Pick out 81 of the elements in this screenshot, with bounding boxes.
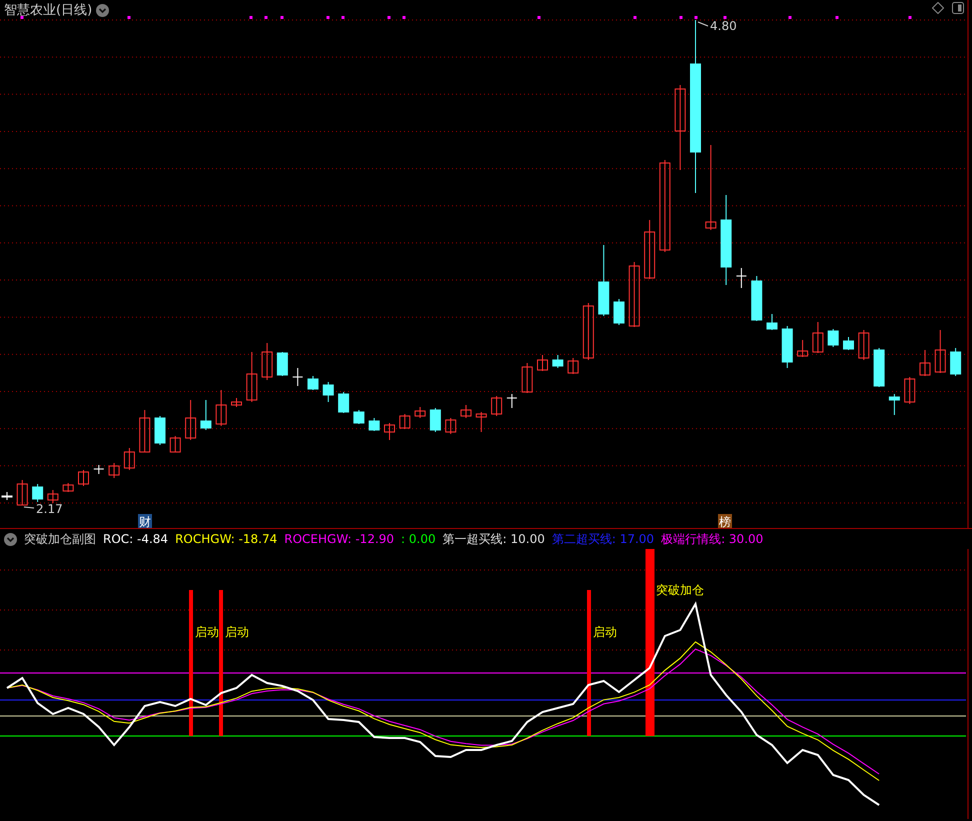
- candle: [904, 376, 916, 404]
- candle: [32, 484, 44, 502]
- candle: [276, 352, 288, 376]
- candle: [308, 376, 318, 390]
- candle: [353, 410, 364, 424]
- candle: [476, 412, 487, 432]
- candle: [399, 414, 410, 430]
- candle: [445, 418, 456, 434]
- candle: [506, 394, 518, 408]
- candle: [614, 298, 624, 326]
- candle: [414, 406, 426, 418]
- candle: [154, 416, 166, 446]
- chart-title: 智慧农业(日线): [4, 2, 92, 19]
- candle: [537, 354, 548, 372]
- candle: [292, 368, 304, 386]
- candle: [170, 436, 181, 452]
- candle: [200, 400, 212, 430]
- candle: [934, 330, 946, 374]
- candle: [430, 408, 441, 432]
- candle: [888, 394, 900, 416]
- diamond-icon[interactable]: [932, 2, 944, 14]
- candle: [322, 382, 334, 402]
- indicator-value: ROCEHGW: -12.90: [284, 532, 394, 546]
- candle: [124, 448, 135, 470]
- candle: [782, 326, 793, 368]
- candle: [736, 268, 747, 288]
- candle: [231, 398, 242, 408]
- candle: [262, 342, 273, 380]
- low-price-label: 2.17: [36, 502, 63, 516]
- candle: [368, 418, 380, 432]
- candle: [766, 314, 778, 330]
- marker-badge: 财: [138, 514, 152, 528]
- candle: [812, 322, 824, 354]
- indicator-value: ROCHGW: -18.74: [175, 532, 278, 546]
- indicator-name: 突破加仓副图: [24, 530, 96, 548]
- candle: [628, 262, 640, 328]
- indicator-value: 第一超买线: 10.00: [442, 530, 545, 548]
- candle: [2, 492, 12, 500]
- signal-label: 突破加仓: [656, 583, 704, 597]
- candle: [797, 340, 808, 358]
- indicator-value: 极端行情线: 30.00: [661, 530, 764, 548]
- candle: [246, 352, 258, 402]
- dropdown-icon[interactable]: [96, 4, 110, 16]
- candle: [874, 348, 885, 388]
- candle: [920, 350, 930, 376]
- candle: [828, 328, 839, 348]
- candle: [185, 400, 196, 440]
- candle: [78, 470, 89, 486]
- candle: [93, 464, 104, 474]
- candle: [47, 490, 58, 504]
- candle: [16, 480, 28, 506]
- candle: [108, 462, 120, 478]
- indicator-value: ROC: -4.84: [103, 532, 168, 546]
- candle: [582, 302, 594, 360]
- indicator-value: : 0.00: [401, 532, 436, 546]
- candle: [62, 482, 74, 492]
- candle: [384, 422, 395, 440]
- candle: [552, 354, 564, 368]
- candle: [338, 392, 350, 414]
- marker-badge: 榜: [718, 514, 732, 528]
- candle: [644, 220, 656, 280]
- candle: [522, 362, 533, 394]
- signal-label: 启动: [225, 625, 249, 639]
- candle: [491, 396, 502, 416]
- panel-icon[interactable]: [952, 2, 964, 14]
- high-price-label: 4.80: [710, 19, 737, 33]
- candle: [216, 390, 227, 426]
- candle: [843, 336, 854, 350]
- leader-line: [24, 506, 34, 508]
- candle: [568, 358, 579, 374]
- dropdown-icon[interactable]: [4, 532, 17, 546]
- candle: [751, 276, 762, 322]
- signal-label: 启动: [593, 625, 617, 639]
- candle: [858, 330, 870, 360]
- leader-line: [698, 22, 708, 26]
- candle: [598, 244, 610, 316]
- candle: [460, 404, 472, 418]
- indicator-value: 第二超买线: 17.00: [552, 530, 654, 548]
- candle: [139, 410, 150, 452]
- signal-label: 启动: [195, 625, 219, 639]
- candle: [950, 348, 962, 376]
